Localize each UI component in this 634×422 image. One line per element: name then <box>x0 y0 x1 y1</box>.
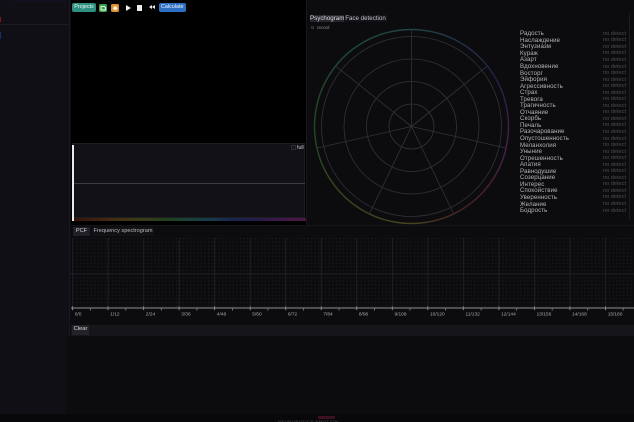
svg-text:15/180: 15/180 <box>608 312 623 318</box>
svg-text:1/12: 1/12 <box>110 312 120 318</box>
svg-text:8/96: 8/96 <box>359 312 369 318</box>
svg-text:12/144: 12/144 <box>501 312 516 318</box>
svg-text:14/168: 14/168 <box>572 312 587 318</box>
svg-text:9/108: 9/108 <box>395 312 407 318</box>
svg-text:13/156: 13/156 <box>537 312 552 318</box>
svg-text:3/36: 3/36 <box>181 312 191 318</box>
svg-text:7/84: 7/84 <box>323 312 333 318</box>
svg-text:0/0: 0/0 <box>75 312 82 318</box>
svg-text:4/48: 4/48 <box>217 312 227 318</box>
svg-text:5/60: 5/60 <box>252 312 262 318</box>
svg-text:11/132: 11/132 <box>466 312 481 318</box>
svg-text:6/72: 6/72 <box>288 312 298 318</box>
svg-text:10/120: 10/120 <box>430 312 445 318</box>
svg-text:2/24: 2/24 <box>146 312 156 318</box>
